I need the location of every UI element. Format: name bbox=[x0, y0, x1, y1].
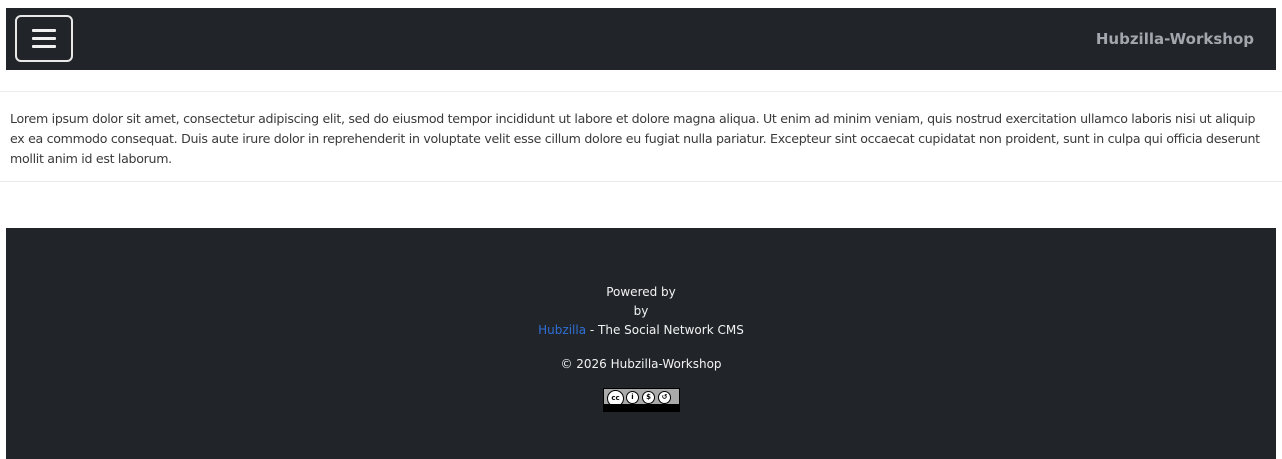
hubzilla-link[interactable]: Hubzilla bbox=[538, 323, 586, 337]
powered-by-block: Powered by by Hubzilla - The Social Netw… bbox=[6, 283, 1276, 340]
by-label: by bbox=[633, 304, 649, 318]
sa-icon: ↺ bbox=[658, 391, 671, 404]
hamburger-menu-icon bbox=[32, 29, 56, 48]
hubzilla-tagline: - The Social Network CMS bbox=[586, 323, 744, 337]
content-card: Lorem ipsum dolor sit amet, consectetur … bbox=[0, 91, 1282, 182]
page-footer: Powered by by Hubzilla - The Social Netw… bbox=[6, 228, 1276, 459]
by-icon: i bbox=[626, 391, 639, 404]
license-strip bbox=[604, 404, 679, 411]
content-text: Lorem ipsum dolor sit amet, consectetur … bbox=[10, 111, 1260, 166]
nc-icon: $ bbox=[642, 391, 655, 404]
copyright-text: © 2026 Hubzilla-Workshop bbox=[560, 357, 722, 371]
menu-toggle-button[interactable] bbox=[15, 15, 73, 62]
site-brand-link[interactable]: Hubzilla-Workshop bbox=[1096, 29, 1254, 49]
top-navbar: Hubzilla-Workshop bbox=[6, 8, 1276, 70]
hubzilla-credit: Hubzilla - The Social Network CMS bbox=[6, 321, 1276, 340]
powered-by-label: Powered by bbox=[606, 285, 676, 299]
cc-license-icon[interactable]: cc i $ ↺ bbox=[603, 388, 680, 412]
